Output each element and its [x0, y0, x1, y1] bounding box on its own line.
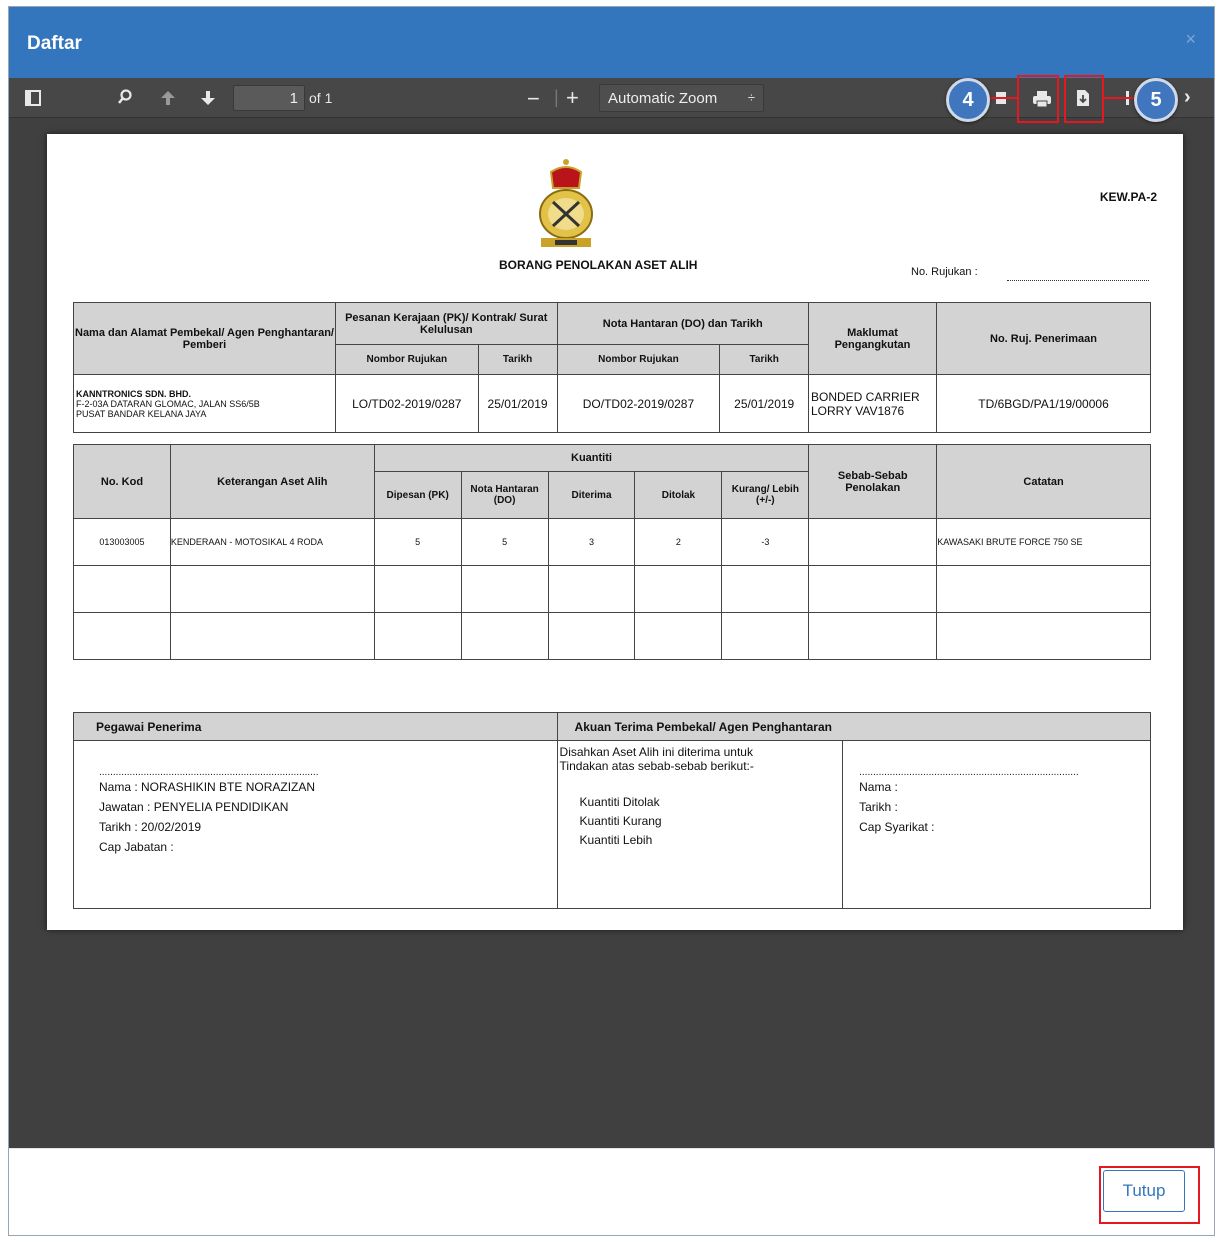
col-kod-header: No. Kod: [73, 444, 171, 519]
pk-date: 25/01/2019: [477, 374, 558, 433]
item-keterangan: KENDERAAN - MOTOSIKAL 4 RODA: [169, 518, 375, 566]
col-nota-header: Nota Hantaran (DO): [460, 471, 549, 519]
supplier-sign-stamp: Cap Syarikat :: [859, 820, 935, 834]
do-number: DO/TD02-2019/0287: [556, 374, 721, 433]
table-row-empty: [73, 565, 1151, 613]
col-keterangan-header: Keterangan Aset Alih: [169, 444, 375, 519]
transport-line2: LORRY VAV1876: [811, 403, 905, 418]
callout-badge-5: 5: [1134, 78, 1178, 122]
toolbar-divider: |: [554, 87, 559, 107]
crest-logo-icon: [533, 158, 599, 252]
col-do-header: Nota Hantaran (DO) dan Tarikh: [556, 302, 810, 345]
callout-connector-right: [1104, 97, 1136, 99]
officer-dotted-line: ........................................…: [99, 767, 319, 778]
print-highlight-box: [1017, 75, 1059, 123]
callout-badge-4: 4: [946, 78, 990, 122]
delivery-info-table: Nama dan Alamat Pembekal/ Agen Penghanta…: [73, 302, 1151, 433]
modal-header: Daftar ×: [9, 7, 1214, 78]
close-icon[interactable]: ×: [1185, 29, 1196, 50]
pdf-viewer: 1 of 1 − | + Automatic Zoom ÷ › KEW.PA-2…: [9, 78, 1214, 1148]
col-do-number-header: Nombor Rujukan: [556, 344, 721, 375]
supplier-address-line2: PUSAT BANDAR KELANA JAYA: [76, 408, 207, 419]
page-number-input[interactable]: 1: [233, 85, 305, 111]
pdf-page: KEW.PA-2 BORANG PENOLAKAN ASET ALIH No. …: [47, 134, 1183, 930]
supplier-cell: KANNTRONICS SDN. BHD. F-2-03A DATARAN GL…: [73, 374, 336, 433]
next-page-icon[interactable]: [199, 90, 217, 109]
col-receipt-header: No. Ruj. Penerimaan: [936, 302, 1151, 375]
reference-dotted-line: [1007, 280, 1149, 281]
supplier-sign-cell: ........................................…: [842, 740, 1151, 909]
col-pk-number-header: Nombor Rujukan: [335, 344, 479, 375]
modal-dialog: Daftar × 1 of 1 − | + Automatic Zoom ÷ ›…: [8, 6, 1215, 1236]
col-diterima-header: Diterima: [547, 471, 636, 519]
ack-qty-excess: Kuantiti Lebih: [579, 833, 653, 847]
ack-line2: Tindakan atas sebab-sebab berikut:-: [559, 759, 754, 773]
pk-number: LO/TD02-2019/0287: [335, 374, 479, 433]
receipt-number: TD/6BGD/PA1/19/00006: [936, 374, 1151, 433]
tools-chevron-icon[interactable]: ›: [1184, 87, 1191, 107]
col-ditolak-header: Ditolak: [634, 471, 723, 519]
ack-qty-rejected: Kuantiti Ditolak: [579, 795, 660, 809]
item-dipesan: 5: [373, 518, 462, 566]
callout-connector-left: [988, 97, 1018, 99]
ack-cell: Disahkan Aset Alih ini diterima untuk Ti…: [556, 740, 844, 909]
col-supplier-header: Nama dan Alamat Pembekal/ Agen Penghanta…: [73, 302, 336, 375]
zoom-value: Automatic Zoom: [608, 90, 718, 107]
zoom-select[interactable]: Automatic Zoom ÷: [599, 84, 764, 112]
item-ditolak: 2: [634, 518, 723, 566]
col-pk-header: Pesanan Kerajaan (PK)/ Kontrak/ Surat Ke…: [335, 302, 558, 345]
form-code: KEW.PA-2: [1099, 190, 1157, 204]
transport-cell: BONDED CARRIER LORRY VAV1876: [808, 374, 937, 433]
zoom-out-icon[interactable]: −: [527, 88, 540, 110]
ack-line1: Disahkan Aset Alih ini diterima untuk: [559, 745, 753, 759]
officer-position: Jawatan : PENYELIA PENDIDIKAN: [99, 800, 289, 814]
col-sebab-header: Sebab-Sebab Penolakan: [808, 444, 938, 519]
supplier-sign-date: Tarikh :: [859, 800, 898, 814]
col-dipesan-header: Dipesan (PK): [373, 471, 462, 519]
table-row: 013003005 KENDERAAN - MOTOSIKAL 4 RODA 5…: [73, 518, 1151, 566]
item-catatan: KAWASAKI BRUTE FORCE 750 SE: [936, 518, 1151, 566]
chevron-updown-icon: ÷: [747, 90, 755, 105]
reference-label: No. Rujukan :: [911, 266, 978, 278]
asset-items-table: No. Kod Keterangan Aset Alih Kuantiti Se…: [73, 444, 1151, 660]
supplier-ack-header: Akuan Terima Pembekal/ Agen Penghantaran: [556, 712, 1152, 741]
col-transport-header: Maklumat Pengangkutan: [808, 302, 937, 375]
do-date: 25/01/2019: [719, 374, 809, 433]
form-title: BORANG PENOLAKAN ASET ALIH: [499, 258, 698, 272]
transport-line1: BONDED CARRIER: [811, 389, 920, 404]
presentation-icon[interactable]: [995, 91, 1007, 108]
item-kod: 013003005: [73, 518, 171, 566]
officer-header: Pegawai Penerima: [73, 712, 558, 741]
item-diterima: 3: [547, 518, 636, 566]
previous-page-icon[interactable]: [159, 90, 177, 109]
search-icon[interactable]: [117, 89, 133, 108]
sidebar-toggle-icon[interactable]: [25, 90, 41, 109]
download-highlight-box: [1064, 75, 1104, 123]
signature-table: Pegawai Penerima Akuan Terima Pembekal/ …: [73, 712, 1152, 909]
modal-footer: [9, 1148, 1214, 1235]
table-row-empty: [73, 612, 1151, 660]
officer-cell: ........................................…: [73, 740, 558, 909]
officer-stamp: Cap Jabatan :: [99, 840, 174, 854]
bookmark-icon[interactable]: [1126, 91, 1134, 108]
page-count: of 1: [309, 90, 333, 106]
supplier-name: KANNTRONICS SDN. BHD.: [76, 388, 192, 399]
supplier-address-line1: F-2-03A DATARAN GLOMAC, JALAN SS6/5B: [76, 398, 260, 409]
tutup-button[interactable]: Tutup: [1103, 1170, 1185, 1212]
officer-name: Nama : NORASHIKIN BTE NORAZIZAN: [99, 780, 316, 794]
col-catatan-header: Catatan: [936, 444, 1151, 519]
col-pk-date-header: Tarikh: [477, 344, 558, 375]
item-kurang: -3: [721, 518, 810, 566]
zoom-in-icon[interactable]: +: [566, 87, 579, 109]
item-sebab: [808, 518, 938, 566]
item-nota: 5: [460, 518, 549, 566]
supplier-dotted-line: ........................................…: [859, 767, 1079, 778]
col-kurang-header: Kurang/ Lebih (+/-): [721, 471, 810, 519]
ack-qty-short: Kuantiti Kurang: [579, 814, 662, 828]
col-do-date-header: Tarikh: [719, 344, 809, 375]
supplier-sign-name: Nama :: [859, 780, 898, 794]
officer-date: Tarikh : 20/02/2019: [99, 820, 202, 834]
col-kuantiti-header: Kuantiti: [373, 444, 810, 472]
modal-title: Daftar: [27, 33, 82, 54]
